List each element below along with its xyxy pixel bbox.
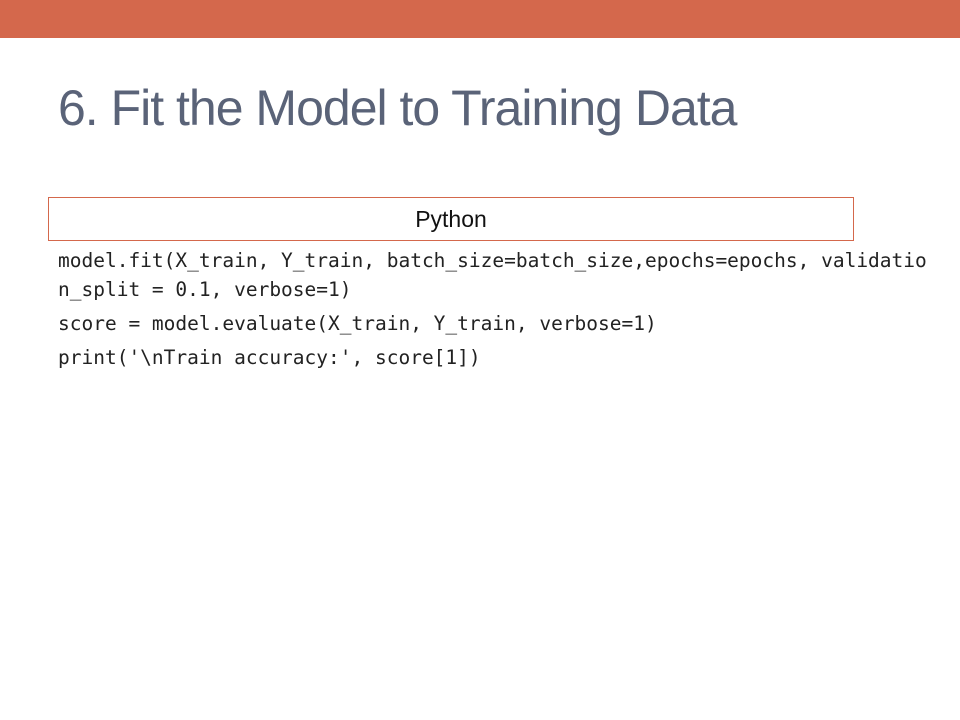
slide-title: 6. Fit the Model to Training Data (58, 80, 737, 136)
code-block: model.fit(X_train, Y_train, batch_size=b… (58, 246, 938, 372)
code-line-fit: model.fit(X_train, Y_train, batch_size=b… (58, 249, 927, 301)
top-accent-bar (0, 0, 960, 38)
code-language-header: Python (48, 197, 854, 241)
code-line-print: print('\nTrain accuracy:', score[1]) (58, 346, 481, 369)
code-language-label: Python (415, 205, 487, 232)
code-line-evaluate: score = model.evaluate(X_train, Y_train,… (58, 312, 657, 335)
